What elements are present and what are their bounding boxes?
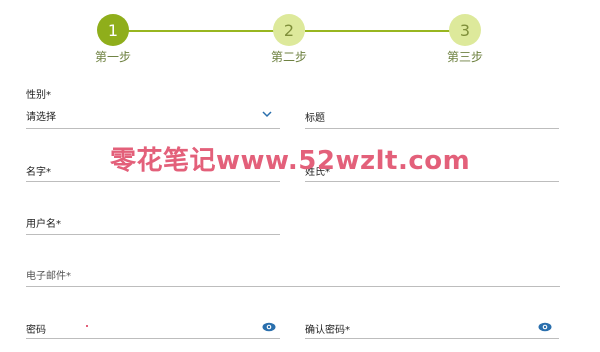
first-name-underline <box>26 181 280 182</box>
title-field[interactable] <box>305 104 559 128</box>
username-field[interactable] <box>26 210 280 234</box>
eye-icon[interactable] <box>538 322 552 332</box>
step-1-number: 1 <box>107 20 119 40</box>
watermark-text: 零花笔记www.52wzlt.com <box>110 146 471 176</box>
title-underline <box>305 128 559 129</box>
step-2-label: 第二步 <box>270 50 307 64</box>
step-1-label: 第一步 <box>94 50 131 64</box>
step-3-circle[interactable]: 3 <box>449 14 481 46</box>
password-field[interactable] <box>26 316 280 338</box>
step-2-circle[interactable]: 2 <box>273 14 305 46</box>
step-1-circle[interactable]: 1 <box>97 14 129 46</box>
password-marker <box>86 325 88 327</box>
confirm-password-field[interactable] <box>305 316 559 338</box>
password-underline <box>26 338 280 339</box>
step-line-2-3 <box>305 30 451 32</box>
gender-select[interactable]: 请选择 <box>26 104 280 126</box>
email-field[interactable] <box>26 262 560 286</box>
gender-label: 性别* <box>26 90 51 101</box>
eye-icon[interactable] <box>262 322 276 332</box>
confirm-password-underline <box>305 338 559 339</box>
step-line-1-2 <box>128 30 274 32</box>
step-3-label: 第三步 <box>446 50 483 64</box>
last-name-underline <box>305 181 559 182</box>
step-3-number: 3 <box>459 20 471 40</box>
email-underline <box>26 286 560 287</box>
chevron-down-icon[interactable] <box>262 109 272 119</box>
gender-select-value: 请选择 <box>26 112 56 123</box>
step-2-number: 2 <box>283 20 295 40</box>
username-underline <box>26 234 280 235</box>
gender-underline <box>26 128 280 129</box>
